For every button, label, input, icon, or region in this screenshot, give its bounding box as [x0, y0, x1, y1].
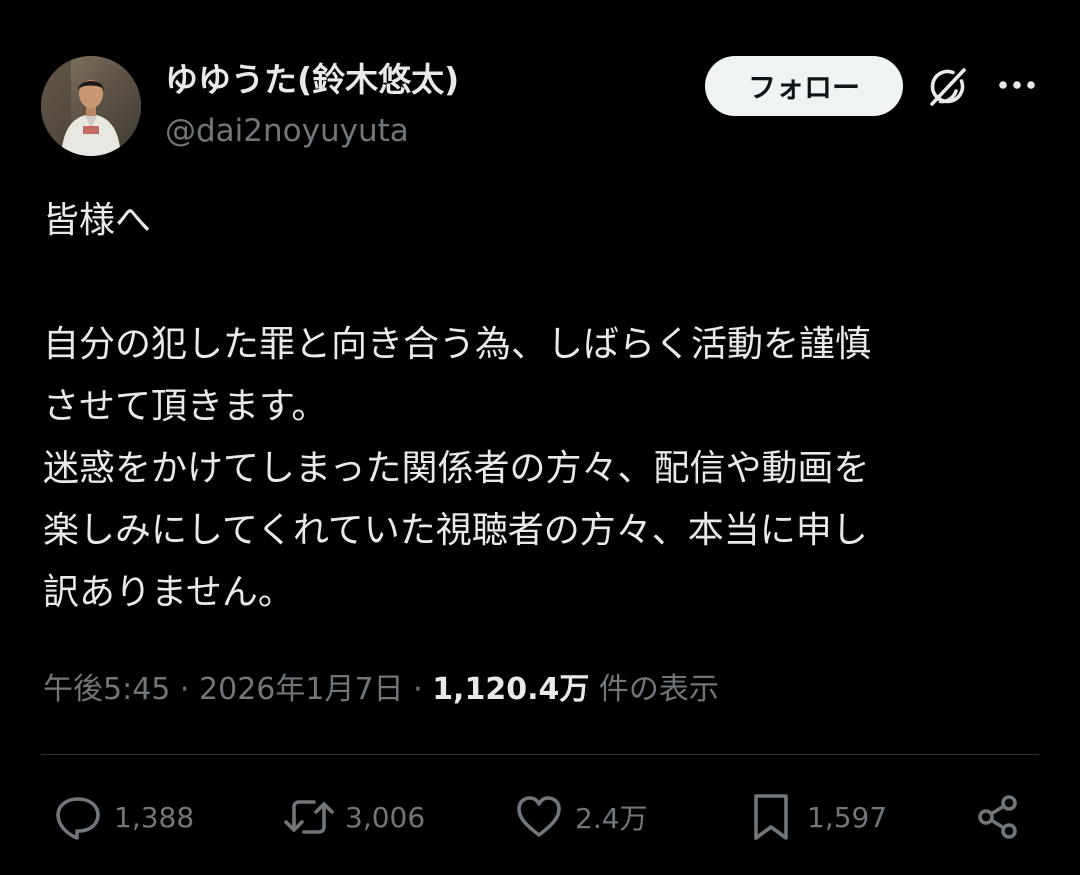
follow-button[interactable]: フォロー [705, 56, 903, 116]
share-icon [972, 791, 1024, 843]
reply-icon [52, 791, 104, 843]
views-label: 件の表示 [598, 672, 719, 707]
bookmark-button[interactable]: 1,597 [745, 782, 887, 852]
like-button[interactable]: 2.4万 [513, 782, 648, 852]
tweet-line: 楽しみにしてくれていた視聴者の方々、本当に申し [43, 510, 868, 551]
meta-separator: · [413, 672, 423, 707]
bookmark-count: 1,597 [807, 800, 888, 834]
tweet-line: させて頂きます。 [43, 386, 328, 427]
repost-icon [283, 791, 335, 843]
tweet-time[interactable]: 午後5:45 [43, 672, 170, 707]
tweet-line: 自分の犯した罪と向き合う為、しばらく活動を謹慎 [43, 324, 872, 365]
repost-count: 3,006 [345, 800, 426, 834]
display-name[interactable]: ゆゆうた(鈴木悠太) [165, 58, 459, 102]
tweet-text: 皆様へ 自分の犯した罪と向き合う為、しばらく活動を謹慎 させて頂きます。 迷惑を… [43, 190, 1043, 624]
like-count: 2.4万 [575, 802, 648, 835]
tweet-header: ゆゆうた(鈴木悠太) @dai2noyuyuta フォロー [0, 0, 1080, 170]
reply-button[interactable]: 1,388 [52, 782, 194, 852]
more-icon[interactable] [994, 62, 1040, 108]
tweet-meta: 午後5:45 · 2026年1月7日 · 1,120.4万 件の表示 [43, 668, 719, 712]
avatar[interactable] [41, 56, 141, 156]
repost-button[interactable]: 3,006 [283, 782, 425, 852]
views-count[interactable]: 1,120.4万 [432, 672, 589, 707]
tweet-line: 迷惑をかけてしまった関係者の方々、配信や動画を [43, 448, 870, 489]
meta-separator: · [179, 672, 190, 707]
grok-icon[interactable] [922, 62, 972, 112]
tweet-line: 皆様へ [43, 200, 152, 241]
bookmark-icon [745, 791, 797, 843]
heart-icon [513, 791, 565, 843]
divider [41, 754, 1039, 755]
tweet-date[interactable]: 2026年1月7日 [199, 672, 404, 707]
share-button[interactable] [972, 782, 1024, 852]
reply-count: 1,388 [114, 800, 195, 834]
user-handle[interactable]: @dai2noyuyuta [165, 111, 409, 151]
action-bar: 1,388 3,006 2.4万 1,597 [0, 782, 1080, 852]
tweet-line: 訳ありません。 [43, 572, 294, 613]
